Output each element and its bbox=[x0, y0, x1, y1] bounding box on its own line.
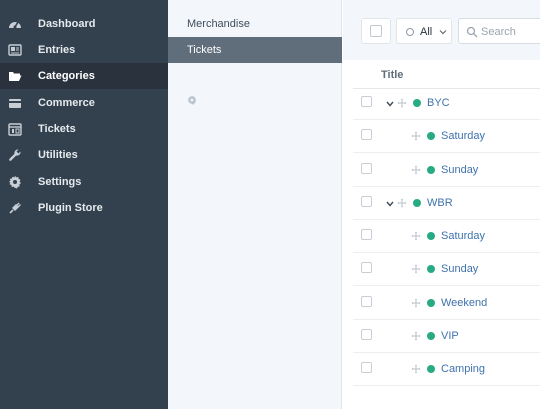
nav-entries[interactable]: Entries bbox=[0, 37, 168, 63]
move-handle-icon[interactable] bbox=[397, 98, 407, 108]
main-content: All Title BYC Saturday Sunday WBR Saturday Su… bbox=[343, 0, 540, 409]
status-indicator bbox=[427, 332, 435, 340]
search-field[interactable] bbox=[458, 18, 540, 44]
status-menu-button[interactable]: All bbox=[396, 18, 452, 44]
move-handle-icon[interactable] bbox=[411, 364, 421, 374]
search-input[interactable] bbox=[481, 24, 540, 39]
source-list: Merchandise Tickets bbox=[168, 0, 342, 409]
row-checkbox[interactable] bbox=[361, 362, 372, 373]
nav-label: Utilities bbox=[38, 149, 78, 161]
status-label: All bbox=[420, 26, 433, 38]
row-title-link[interactable]: VIP bbox=[441, 330, 459, 342]
toolbar: All bbox=[343, 0, 540, 60]
credit-card-icon bbox=[9, 99, 21, 108]
status-indicator bbox=[427, 132, 435, 140]
row-title-link[interactable]: Saturday bbox=[441, 230, 485, 242]
chevron-down-icon[interactable] bbox=[385, 99, 395, 109]
status-indicator bbox=[427, 166, 435, 174]
folder-open-icon bbox=[9, 72, 22, 81]
nav-label: Entries bbox=[38, 44, 76, 56]
chevron-down-icon[interactable] bbox=[385, 199, 395, 209]
global-sidebar: Dashboard Entries Categories Commerce Ti… bbox=[0, 0, 168, 409]
move-handle-icon[interactable] bbox=[411, 264, 421, 274]
status-indicator bbox=[427, 265, 435, 273]
status-indicator bbox=[413, 99, 421, 107]
nav-label: Tickets bbox=[38, 123, 76, 135]
nav-tickets[interactable]: Tickets bbox=[0, 116, 168, 142]
nav-label: Commerce bbox=[38, 97, 95, 109]
row-checkbox[interactable] bbox=[361, 163, 372, 174]
wrench-icon bbox=[9, 149, 21, 161]
row-checkbox[interactable] bbox=[361, 229, 372, 240]
source-label: Merchandise bbox=[187, 18, 250, 30]
gear-icon[interactable] bbox=[187, 95, 197, 105]
row-checkbox[interactable] bbox=[361, 262, 372, 273]
gear-icon bbox=[8, 175, 21, 189]
nav-label: Dashboard bbox=[38, 18, 96, 30]
checkbox-box bbox=[370, 25, 382, 37]
status-indicator bbox=[427, 232, 435, 240]
row-title-link[interactable]: Weekend bbox=[441, 297, 487, 309]
status-indicator bbox=[413, 199, 421, 207]
calendar-icon bbox=[8, 123, 22, 136]
table-row[interactable]: Saturday bbox=[343, 119, 540, 152]
source-merchandise[interactable]: Merchandise bbox=[168, 11, 342, 37]
row-title-link[interactable]: Sunday bbox=[441, 263, 478, 275]
row-divider bbox=[353, 385, 540, 386]
row-title-link[interactable]: Sunday bbox=[441, 164, 478, 176]
move-handle-icon[interactable] bbox=[411, 131, 421, 141]
column-header-title[interactable]: Title bbox=[381, 69, 403, 81]
nav-utilities[interactable]: Utilities bbox=[0, 142, 168, 168]
move-handle-icon[interactable] bbox=[397, 198, 407, 208]
search-icon bbox=[466, 26, 478, 38]
nav-label: Settings bbox=[38, 176, 82, 188]
table-row[interactable]: VIP bbox=[343, 319, 540, 352]
nav-plugin-store[interactable]: Plugin Store bbox=[0, 195, 168, 221]
row-checkbox[interactable] bbox=[361, 296, 372, 307]
move-handle-icon[interactable] bbox=[411, 331, 421, 341]
nav-commerce[interactable]: Commerce bbox=[0, 90, 168, 116]
row-checkbox[interactable] bbox=[361, 196, 372, 207]
select-all-checkbox[interactable] bbox=[361, 18, 391, 44]
source-tickets[interactable]: Tickets bbox=[168, 37, 342, 63]
table-row[interactable]: Saturday bbox=[343, 219, 540, 252]
plug-icon bbox=[9, 202, 21, 214]
move-handle-icon[interactable] bbox=[411, 298, 421, 308]
status-indicator bbox=[427, 365, 435, 373]
nav-label: Plugin Store bbox=[38, 202, 103, 214]
row-title-link[interactable]: WBR bbox=[427, 197, 453, 209]
newspaper-icon bbox=[8, 44, 22, 56]
nav-label: Categories bbox=[38, 70, 95, 82]
source-label: Tickets bbox=[187, 44, 222, 56]
gauge-icon bbox=[9, 21, 21, 29]
table-row[interactable]: Sunday bbox=[343, 153, 540, 186]
nav-categories[interactable]: Categories bbox=[0, 63, 168, 89]
row-title-link[interactable]: BYC bbox=[427, 97, 450, 109]
status-indicator bbox=[427, 299, 435, 307]
nav-settings[interactable]: Settings bbox=[0, 169, 168, 195]
table-row[interactable]: Camping bbox=[343, 352, 540, 385]
table-row[interactable]: Weekend bbox=[343, 286, 540, 319]
table-row[interactable]: BYC bbox=[343, 86, 540, 119]
move-handle-icon[interactable] bbox=[411, 231, 421, 241]
row-title-link[interactable]: Camping bbox=[441, 363, 485, 375]
row-checkbox[interactable] bbox=[361, 96, 372, 107]
table-row[interactable]: WBR bbox=[343, 186, 540, 219]
status-icon bbox=[406, 28, 414, 36]
nav-dashboard[interactable]: Dashboard bbox=[0, 11, 168, 37]
chevron-down-icon bbox=[439, 30, 447, 35]
row-checkbox[interactable] bbox=[361, 129, 372, 140]
move-handle-icon[interactable] bbox=[411, 165, 421, 175]
table-row[interactable]: Sunday bbox=[343, 252, 540, 285]
row-title-link[interactable]: Saturday bbox=[441, 130, 485, 142]
row-checkbox[interactable] bbox=[361, 329, 372, 340]
